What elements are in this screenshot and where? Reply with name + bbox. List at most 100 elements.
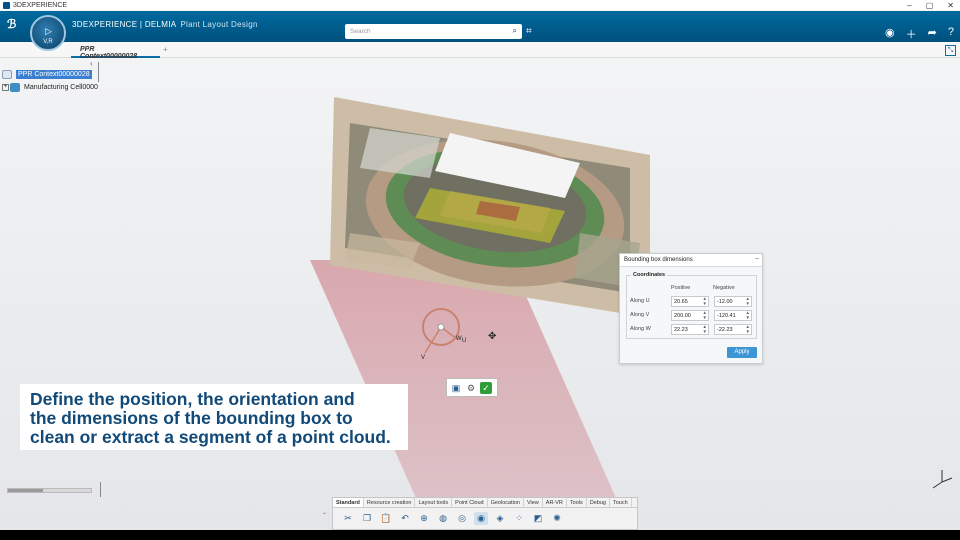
tab-tools[interactable]: Tools [567,498,587,507]
fit-all-icon[interactable]: ⤡ [945,45,956,56]
window-title: 3DEXPERIENCE [13,2,68,9]
manufacturing-cell-icon [10,83,20,92]
label-along-v: Along V [630,312,650,318]
settings-icon[interactable]: ⚙ [465,382,477,394]
point-cloud-segment-icon[interactable]: ◎ [455,512,469,525]
axis-triad-icon[interactable] [930,468,954,492]
tab-touch[interactable]: Touch [610,498,632,507]
add-icon[interactable]: ＋ [906,26,917,42]
along-v-negative-field[interactable]: -120.41 ▲ ▼ [714,310,752,321]
spinner-icon[interactable]: ▲ ▼ [703,296,707,306]
spinner-icon[interactable]: ▲ ▼ [746,296,750,306]
help-icon[interactable]: ? [948,26,954,42]
tab-view[interactable]: View [524,498,543,507]
tutorial-caption: Define the position, the orientation and… [20,384,408,450]
brand-name: 3DEXPERIENCE | DELMIA [72,20,177,29]
ds-logo-icon[interactable]: ℬ [7,17,16,31]
along-w-positive-field[interactable]: 22.23 ▲ ▼ [671,324,709,335]
point-cloud-transform-icon[interactable]: ◩ [531,512,545,525]
along-u-positive-field[interactable]: 20.65 ▲ ▼ [671,296,709,307]
top-bar: ℬ ▷ V,R 3DEXPERIENCE | DELMIA Plant Layou… [0,11,960,51]
app-name: Plant Layout Design [180,20,258,29]
collapse-tree-icon[interactable]: ‹ [90,59,93,68]
cut-icon[interactable]: ✂ [341,512,355,525]
tab-geolocation[interactable]: Geolocation [488,498,524,507]
along-v-positive-value: 200.00 [674,313,691,319]
bottom-letterbox [0,530,960,540]
along-w-negative-field[interactable]: -22.23 ▲ ▼ [714,324,752,335]
point-cloud-clip-icon[interactable]: ◈ [493,512,507,525]
action-bar: Standard Resource creation Layout tools … [332,497,638,530]
tree-item-root[interactable]: PPR Context00000028 [2,68,98,81]
apply-button[interactable]: Apply [727,347,757,358]
context-toolbar: ▣ ⚙ ✓ [446,378,498,397]
copy-icon[interactable]: ❐ [360,512,374,525]
spinner-icon[interactable]: ▲ ▼ [746,324,750,334]
panel-minimize-icon[interactable]: – [755,255,759,262]
along-u-negative-value: -12.00 [717,299,733,305]
undo-icon[interactable]: ↶ [398,512,412,525]
tree-root-label: PPR Context00000028 [16,70,92,79]
box-tool-icon[interactable]: ▣ [450,382,462,394]
caption-line-3: clean or extract a segment of a point cl… [30,427,391,447]
ppr-context-icon [2,70,12,79]
tab-layout-tools[interactable]: Layout tools [415,498,453,507]
user-icon[interactable]: ◉ [885,26,895,42]
bottom-separator [100,482,101,497]
caption-line-2: the dimensions of the bounding box to [30,408,353,428]
tab-bar: PPR Context00000028 + ⤡ [0,42,960,60]
label-along-u: Along U [630,298,650,304]
negative-header: Negative [713,285,735,291]
manip-label-u: U [462,338,467,344]
compass-label: V,R [43,39,53,45]
manip-label-v: V [421,355,426,361]
label-along-w: Along W [630,326,651,332]
action-bar-expand-icon[interactable]: ⌄ [322,509,327,516]
spinner-icon[interactable]: ▲ ▼ [703,310,707,320]
caption-line-1: Define the position, the orientation and [30,389,355,409]
tree-item-manufacturing-cell[interactable]: + Manufacturing Cell0000 [2,81,98,94]
share-icon[interactable]: ➦ [928,26,937,42]
row-along-v: Along V 200.00 ▲ ▼ -120.41 ▲ ▼ [630,310,756,321]
validate-icon[interactable]: ✓ [480,381,492,394]
scrollbar-thumb[interactable] [8,489,43,492]
along-v-negative-value: -120.41 [717,313,736,319]
action-bar-icons: ✂ ❐ 📋 ↶ ⊕ ◍ ◎ ◉ ◈ ⁘ ◩ ✺ [333,508,637,529]
coordinates-title: Coordinates [631,272,668,278]
spinner-icon[interactable]: ▲ ▼ [746,310,750,320]
along-u-positive-value: 20.65 [674,299,688,305]
zoom-icon[interactable]: ⊕ [417,512,431,525]
search-icon[interactable]: ⌕ [513,26,517,36]
bounding-box-panel: Bounding box dimensions – Coordinates Po… [619,253,763,364]
point-cloud-stadium[interactable] [330,93,650,318]
row-along-w: Along W 22.23 ▲ ▼ -22.23 ▲ ▼ [630,324,756,335]
tab-ar-vr[interactable]: AR-VR [543,498,567,507]
along-w-negative-value: -22.23 [717,327,733,333]
tag-icon[interactable]: ⌗ [526,26,532,37]
along-v-positive-field[interactable]: 200.00 ▲ ▼ [671,310,709,321]
spinner-icon[interactable]: ▲ ▼ [703,324,707,334]
play-icon[interactable]: ▷ [45,26,52,37]
positive-header: Positive [671,285,691,291]
tab-ppr-context[interactable]: PPR Context00000028 [71,42,160,60]
point-cloud-tool-icon[interactable]: ◍ [436,512,450,525]
search-input[interactable]: Search ⌕ [345,24,522,39]
expand-icon[interactable]: + [2,84,9,91]
tab-standard[interactable]: Standard [333,498,364,507]
app-frame: ℬ ▷ V,R 3DEXPERIENCE | DELMIA Plant Layou… [0,10,960,530]
tab-debug[interactable]: Debug [587,498,610,507]
point-cloud-settings-icon[interactable]: ✺ [550,512,564,525]
point-cloud-scatter-icon[interactable]: ⁘ [512,512,526,525]
move-cursor-icon: ✥ [488,331,497,342]
tab-resource-creation[interactable]: Resource creation [364,498,416,507]
tab-point-cloud[interactable]: Point Cloud [452,498,488,507]
tree-child-label: Manufacturing Cell0000 [24,84,98,91]
horizontal-scrollbar[interactable] [7,488,92,493]
paste-icon[interactable]: 📋 [379,512,393,525]
add-tab-button[interactable]: + [163,45,168,54]
compass-widget[interactable]: ▷ V,R [30,15,66,51]
point-cloud-box-icon[interactable]: ◉ [474,512,488,525]
along-u-negative-field[interactable]: -12.00 ▲ ▼ [714,296,752,307]
brand-title: 3DEXPERIENCE | DELMIA Plant Layout Design [72,20,258,29]
row-along-u: Along U 20.65 ▲ ▼ -12.00 ▲ ▼ [630,296,756,307]
